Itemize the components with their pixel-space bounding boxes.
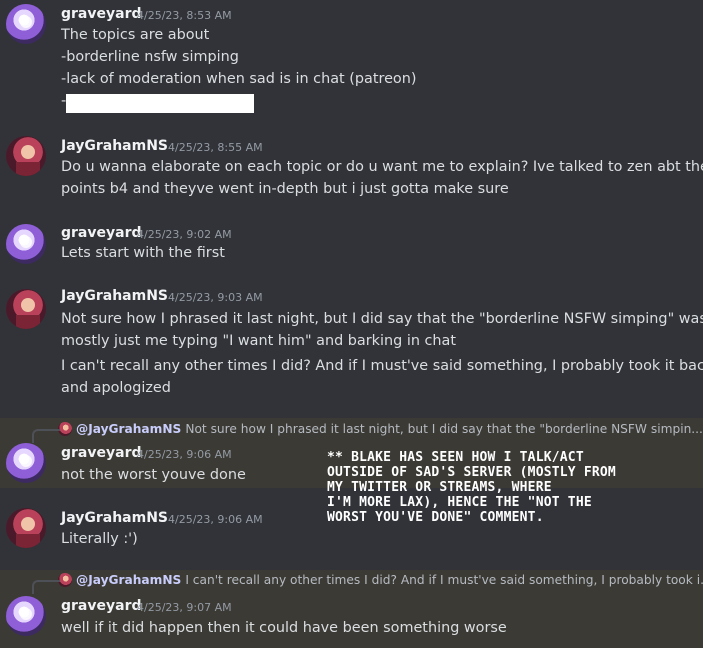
message-line: Not sure how I phrased it last night, bu… bbox=[61, 311, 703, 327]
reply-mention[interactable]: @JayGrahamNS bbox=[76, 422, 181, 436]
message-line: I can't recall any other times I did? An… bbox=[61, 358, 703, 374]
timestamp[interactable]: 4/25/23, 8:53 AM bbox=[137, 9, 232, 22]
message-line: mostly just me typing "I want him" and b… bbox=[61, 333, 457, 349]
reply-mention[interactable]: @JayGrahamNS bbox=[76, 573, 181, 587]
person-avatar-icon bbox=[16, 145, 40, 176]
reply-preview[interactable]: @JayGrahamNS Not sure how I phrased it l… bbox=[32, 422, 703, 443]
message: JayGrahamNS 4/25/23, 8:55 AM Do u wanna … bbox=[0, 130, 703, 202]
annotation-line: outside of sad's server (mostly from bbox=[327, 465, 616, 480]
skull-avatar-icon bbox=[20, 16, 32, 28]
timestamp[interactable]: 4/25/23, 9:06 AM bbox=[168, 513, 263, 526]
message-line: not the worst youve done bbox=[61, 467, 246, 483]
reply-avatar-icon bbox=[58, 573, 72, 587]
reply-connector bbox=[32, 580, 60, 594]
message-line: well if it did happen then it could have… bbox=[61, 620, 507, 636]
reply-connector bbox=[32, 429, 60, 443]
timestamp[interactable]: 4/25/23, 8:55 AM bbox=[168, 141, 263, 154]
username[interactable]: graveyard bbox=[61, 445, 142, 461]
skull-avatar-icon bbox=[20, 236, 32, 248]
avatar[interactable] bbox=[6, 136, 46, 176]
person-avatar-icon bbox=[16, 298, 40, 329]
message: graveyard 4/25/23, 8:53 AM The topics ar… bbox=[0, 0, 703, 118]
message: @JayGrahamNS I can't recall any other ti… bbox=[0, 570, 703, 648]
username[interactable]: JayGrahamNS bbox=[61, 288, 168, 304]
reply-text: I can't recall any other times I did? An… bbox=[185, 573, 703, 587]
message-line: -borderline nsfw simping bbox=[61, 49, 239, 65]
message-line: The topics are about bbox=[61, 27, 210, 43]
username[interactable]: JayGrahamNS bbox=[61, 510, 168, 526]
avatar[interactable] bbox=[6, 289, 46, 329]
avatar[interactable] bbox=[6, 596, 46, 636]
timestamp[interactable]: 4/25/23, 9:02 AM bbox=[137, 228, 232, 241]
annotation-note: ** Blake has seen how I talk/act outside… bbox=[327, 450, 697, 525]
message-line: Do u wanna elaborate on each topic or do… bbox=[61, 159, 703, 175]
message-line: points b4 and theyve went in-depth but i… bbox=[61, 181, 509, 197]
avatar[interactable] bbox=[6, 224, 46, 264]
annotation-line: worst you've done" comment. bbox=[327, 510, 544, 525]
avatar[interactable] bbox=[6, 508, 46, 548]
annotation-line: ** Blake has seen how I talk/act bbox=[327, 450, 584, 465]
message: JayGrahamNS 4/25/23, 9:03 AM Not sure ho… bbox=[0, 283, 703, 405]
skull-avatar-icon bbox=[20, 608, 32, 620]
avatar[interactable] bbox=[6, 443, 46, 483]
message: graveyard 4/25/23, 9:02 AM Lets start wi… bbox=[0, 220, 703, 270]
message-line: -lack of moderation when sad is in chat … bbox=[61, 71, 417, 87]
skull-avatar-icon bbox=[20, 455, 32, 467]
username[interactable]: graveyard bbox=[61, 225, 142, 241]
message-line: Lets start with the first bbox=[61, 245, 225, 261]
username[interactable]: JayGrahamNS bbox=[61, 138, 168, 154]
reply-text: Not sure how I phrased it last night, bu… bbox=[185, 422, 703, 436]
annotation-line: my twitter or streams, where bbox=[327, 480, 552, 495]
username[interactable]: graveyard bbox=[61, 6, 142, 22]
person-avatar-icon bbox=[16, 517, 40, 548]
message-line: Literally :') bbox=[61, 531, 138, 547]
annotation-line: I'm more lax), hence the "not the bbox=[327, 495, 592, 510]
reply-avatar-icon bbox=[58, 422, 72, 436]
username[interactable]: graveyard bbox=[61, 598, 142, 614]
avatar[interactable] bbox=[6, 4, 46, 44]
timestamp[interactable]: 4/25/23, 9:06 AM bbox=[137, 448, 232, 461]
reply-preview[interactable]: @JayGrahamNS I can't recall any other ti… bbox=[32, 573, 703, 594]
redaction-box bbox=[66, 94, 254, 113]
timestamp[interactable]: 4/25/23, 9:07 AM bbox=[137, 601, 232, 614]
timestamp[interactable]: 4/25/23, 9:03 AM bbox=[168, 291, 263, 304]
message-line: and apologized bbox=[61, 380, 171, 396]
